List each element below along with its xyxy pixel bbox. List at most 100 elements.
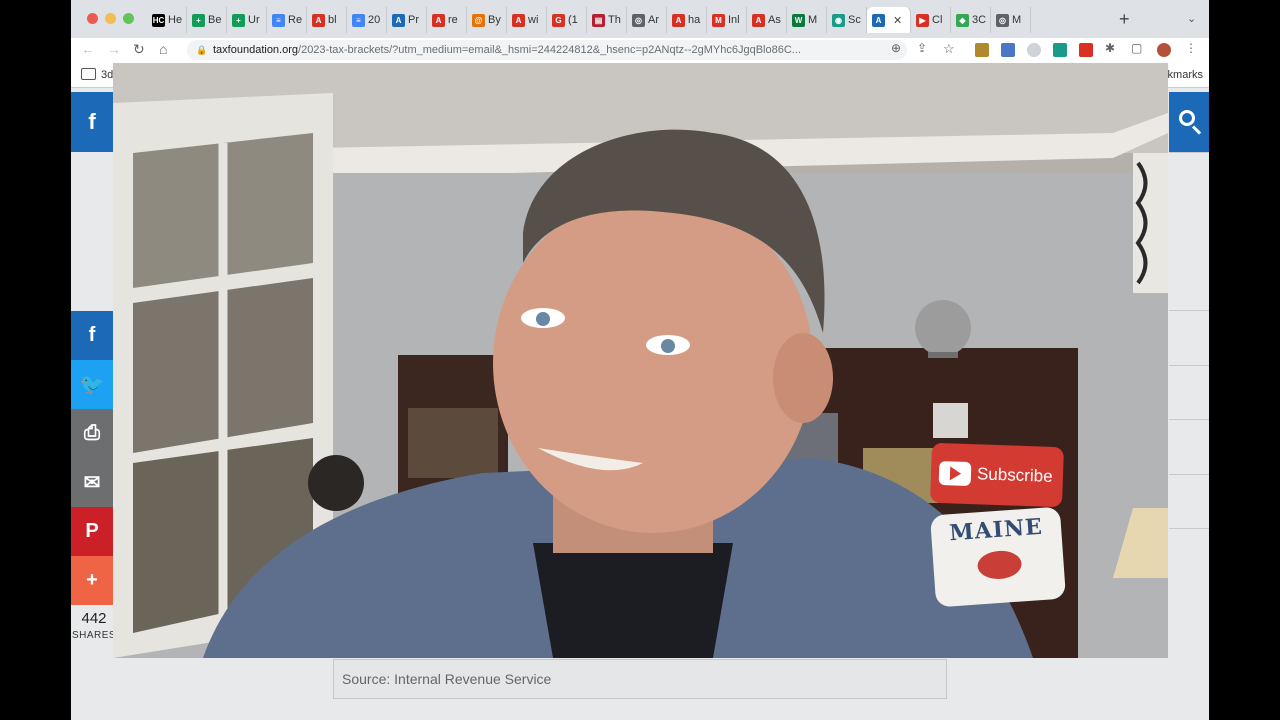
browser-tab[interactable]: M Inl (707, 7, 747, 33)
acrobat-extension-icon[interactable] (1079, 43, 1093, 57)
tab-favicon-icon: HC (152, 13, 165, 27)
share-label: SHARES (71, 630, 117, 641)
back-icon[interactable]: ← (81, 41, 95, 57)
divider (1169, 419, 1209, 420)
extension-icon[interactable] (1027, 43, 1041, 57)
browser-tab[interactable]: ◆ 3C (951, 7, 991, 33)
browser-tab[interactable]: + Ur (227, 7, 267, 33)
divider (1169, 474, 1209, 475)
browser-tab[interactable]: + Be (187, 7, 227, 33)
tab-label: Re (288, 14, 303, 26)
tab-favicon-icon: ≡ (352, 13, 365, 27)
browser-tab[interactable]: A Pr (387, 7, 427, 33)
browser-tab[interactable]: @ By (467, 7, 507, 33)
tab-close-icon[interactable]: ✕ (893, 14, 902, 27)
browser-tab[interactable]: ≡ 20 (347, 7, 387, 33)
forward-icon[interactable]: → (107, 41, 121, 57)
divider (1169, 310, 1209, 311)
share-email-button[interactable]: ✉ (71, 458, 113, 507)
browser-tab[interactable]: ≡ Re (267, 7, 307, 33)
pillow-text: Subscribe (976, 464, 1053, 486)
tab-label: re (448, 14, 458, 26)
tab-label: 3C (972, 14, 987, 26)
bookmark-star-icon[interactable]: ☆ (943, 41, 955, 57)
tab-search-button[interactable]: ⌄ (1187, 12, 1196, 25)
extension-icon[interactable] (1053, 43, 1067, 57)
search-icon-handle (1191, 125, 1202, 135)
globe-stand (928, 352, 958, 358)
maximize-window-button[interactable] (123, 13, 134, 24)
share-more-button[interactable]: + (71, 556, 113, 605)
extension-icon[interactable] (1001, 43, 1015, 57)
other-bookmarks[interactable]: kmarks (1168, 69, 1203, 81)
new-tab-button[interactable]: + (1119, 9, 1130, 30)
picture-frame (933, 403, 968, 438)
tab-strip: HC He + Be + Ur ≡ Re Abl ≡ 20 A Pr Are @ By Awi G (1 ▤ Th ◎ Ar… (71, 0, 1209, 38)
home-icon[interactable]: ⌂ (159, 41, 167, 57)
reload-icon[interactable]: ↻ (133, 41, 145, 58)
facebook-header-button[interactable]: f (71, 92, 113, 152)
tab-favicon-icon: M (712, 13, 725, 27)
share-pinterest-button[interactable]: P (71, 507, 113, 556)
tab-favicon-icon: @ (472, 13, 485, 27)
tab-label: wi (528, 14, 539, 26)
browser-tab[interactable]: A As (747, 7, 787, 33)
tab-favicon-icon: ▶ (916, 13, 929, 27)
share-bar: f 🐦 ⎙ ✉ P + (71, 311, 113, 605)
search-icon (1179, 110, 1195, 126)
extension-icon[interactable] (975, 43, 989, 57)
address-bar[interactable]: 🔒 taxfoundation.org/2023-tax-brackets/?u… (187, 40, 907, 60)
browser-tab[interactable]: ▶ Cl (911, 7, 951, 33)
search-button[interactable] (1169, 92, 1209, 152)
youtube-play-icon (938, 460, 972, 487)
url-path: /2023-tax-brackets/?utm_medium=email&_hs… (298, 44, 801, 56)
tab-label: Cl (932, 14, 943, 26)
browser-tab[interactable]: Abl (307, 7, 347, 33)
extensions-puzzle-icon[interactable]: ✱ (1105, 41, 1115, 55)
zoom-icon[interactable]: ⊕ (891, 41, 901, 55)
minimize-window-button[interactable] (105, 13, 116, 24)
source-caption: Source: Internal Revenue Service (333, 659, 947, 699)
profile-avatar[interactable] (1157, 43, 1171, 57)
share-twitter-button[interactable]: 🐦 (71, 360, 113, 409)
share-icon[interactable]: ⇪ (917, 41, 927, 55)
maine-pillow: MAINE (929, 506, 1067, 608)
browser-tab[interactable]: HC He (147, 7, 187, 33)
tab-favicon-icon: + (192, 13, 205, 27)
tab-label: Sc (848, 14, 861, 26)
tab-favicon-icon: ◆ (956, 13, 969, 27)
tab-favicon-icon: A (392, 13, 405, 27)
person-ear (773, 333, 833, 423)
side-panel-icon[interactable]: ▢ (1131, 41, 1142, 55)
tab-label: Ur (248, 14, 260, 26)
browser-tab[interactable]: A ✕ (867, 7, 911, 33)
browser-tab[interactable]: Awi (507, 7, 547, 33)
subscribe-pillow: Subscribe (929, 442, 1065, 508)
browser-tab[interactable]: WM (787, 7, 827, 33)
menu-dots-icon[interactable]: ⋮ (1185, 41, 1197, 55)
tab-label: bl (328, 14, 337, 26)
tab-favicon-icon: ◉ (832, 13, 845, 27)
tab-favicon-icon: A (752, 13, 765, 27)
share-facebook-button[interactable]: f (71, 311, 113, 360)
webcam-video-overlay: Subscribe MAINE (113, 63, 1168, 658)
browser-tab[interactable]: ▤ Th (587, 7, 627, 33)
browser-tab[interactable]: ◎ M (991, 7, 1031, 33)
close-window-button[interactable] (87, 13, 98, 24)
browser-tab[interactable]: Aha (667, 7, 707, 33)
folder-icon (81, 68, 96, 80)
browser-tab[interactable]: ◎ Ar (627, 7, 667, 33)
tab-favicon-icon: + (232, 13, 245, 27)
browser-tab[interactable]: Are (427, 7, 467, 33)
tab-favicon-icon: ◎ (632, 13, 645, 27)
share-count: 442 (81, 610, 107, 627)
browser-tab[interactable]: ◉ Sc (827, 7, 867, 33)
bookmark-item[interactable]: 3d (101, 69, 113, 81)
tab-label: M (1012, 14, 1022, 26)
toolbar: ← → ↻ ⌂ 🔒 taxfoundation.org/2023-tax-bra… (71, 38, 1209, 63)
browser-tab[interactable]: G (1 (547, 7, 587, 33)
wall-ornament (308, 455, 364, 511)
tabs: HC He + Be + Ur ≡ Re Abl ≡ 20 A Pr Are @ By Awi G (1 ▤ Th ◎ Ar… (147, 7, 1031, 33)
books (408, 408, 498, 478)
share-print-button[interactable]: ⎙ (71, 409, 113, 458)
